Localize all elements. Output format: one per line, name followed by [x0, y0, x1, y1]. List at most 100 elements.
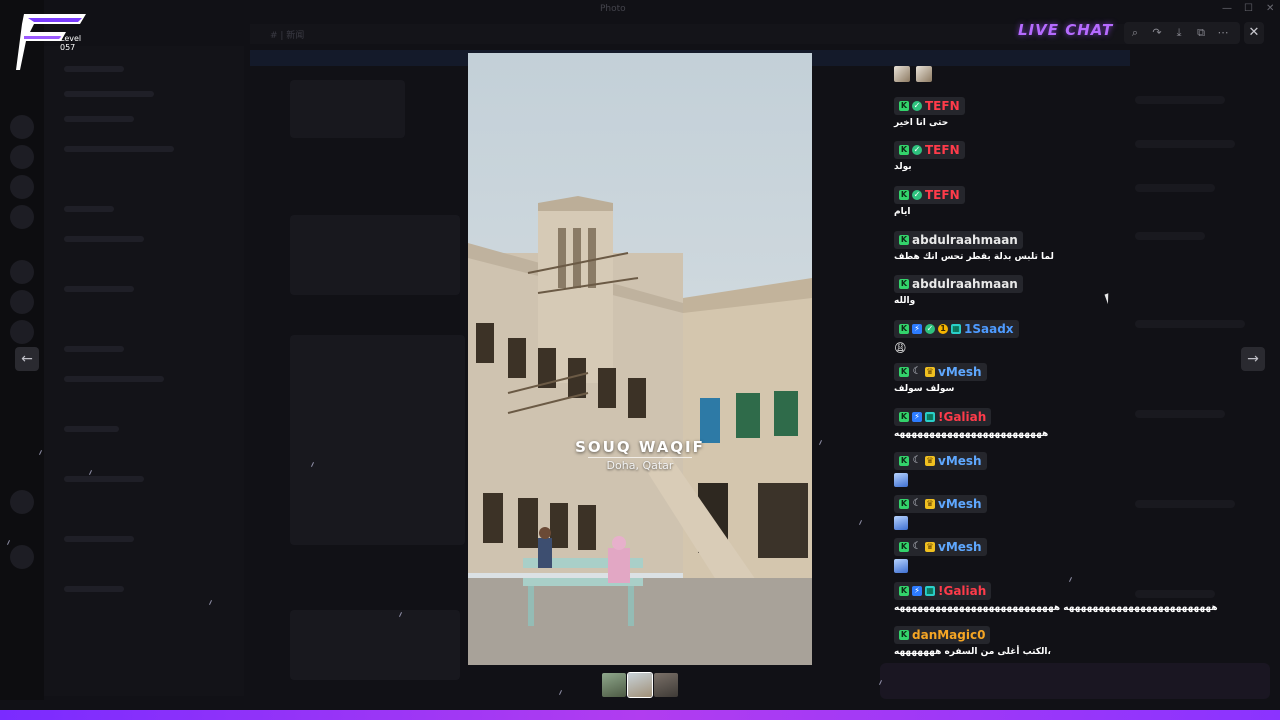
username-pill[interactable]: K ✓ TEFN [894, 186, 965, 204]
emote-icon [894, 559, 908, 573]
zoom-icon[interactable]: ⌕ [1128, 26, 1142, 40]
logo-level: Level 057 [60, 34, 82, 52]
username-pill[interactable]: K ⚡ ▦ !Galiah [894, 582, 992, 600]
kick-badge-icon: K [899, 499, 909, 509]
server-icon [10, 175, 34, 199]
server-icon [10, 490, 34, 514]
kick-badge-icon: K [899, 412, 909, 422]
server-icon [10, 205, 34, 229]
emote-row [894, 66, 938, 86]
window-close-button[interactable]: ✕ [1266, 3, 1274, 14]
more-icon[interactable]: ⋯ [1216, 26, 1230, 40]
username-pill[interactable]: K ☾ ♛ vMesh [894, 538, 987, 556]
verified-badge-icon: ✓ [925, 324, 935, 334]
message-text: هههههههههههههههههههههههههه ههههههههههههه… [894, 603, 1218, 613]
username-pill[interactable]: K ✓ TEFN [894, 141, 965, 159]
share-icon[interactable]: ↷ [1150, 26, 1164, 40]
message-text: هههههههههههههههههههههههههه [894, 429, 1049, 439]
username: abdulraahmaan [912, 233, 1018, 247]
maximize-button[interactable]: ☐ [1244, 3, 1253, 14]
kick-badge-icon: K [899, 235, 909, 245]
place-subtitle: Doha, Qatar [606, 459, 674, 472]
username: !Galiah [938, 410, 987, 424]
moon-badge-icon: ☾ [912, 366, 922, 377]
username-pill[interactable]: K ✓ TEFN [894, 97, 965, 115]
prev-image-button[interactable]: ← [15, 347, 39, 371]
username-pill[interactable]: K abdulraahmaan [894, 275, 1023, 293]
message-text: الكتب أغلى من السفره هههههههه، [894, 647, 1051, 657]
message-text: والله [894, 296, 916, 306]
username-pill[interactable]: K ☾ ♛ vMesh [894, 452, 987, 470]
username-pill[interactable]: K danMagic0 [894, 626, 991, 644]
emote-icon [894, 516, 908, 530]
grid-badge-icon: ▦ [925, 412, 935, 422]
close-viewer-button[interactable]: ✕ [1244, 22, 1264, 44]
server-icon [10, 545, 34, 569]
username: vMesh [938, 365, 982, 379]
download-icon[interactable]: ⤓ [1172, 26, 1186, 40]
thumbnail[interactable] [654, 673, 678, 697]
verified-badge-icon: ✓ [912, 101, 922, 111]
server-icon [10, 260, 34, 284]
server-icon [10, 115, 34, 139]
username-pill[interactable]: K ☾ ♛ vMesh [894, 495, 987, 513]
chat-message: K ☾ ♛ vMesh [894, 491, 987, 530]
chat-message: K ☾ ♛ vMesh سولف سولف [894, 359, 987, 394]
embed-card [290, 335, 465, 545]
open-external-icon[interactable]: ⧉ [1194, 26, 1208, 40]
channel-list [44, 46, 244, 696]
crown-badge-icon: ♛ [925, 367, 935, 377]
moon-badge-icon: ☾ [912, 541, 922, 552]
live-chat-title: LIVE CHAT [1018, 21, 1114, 39]
chat-message: K abdulraahmaan لما تلبس بدلة بقطر تحس ا… [894, 227, 1054, 262]
kick-badge-icon: K [899, 190, 909, 200]
embed-card [290, 215, 460, 295]
sub-badge-icon: ⚡ [912, 586, 922, 596]
title-divider [588, 457, 692, 458]
emote-icon [894, 66, 910, 82]
message-emoji: 😩 [894, 341, 907, 355]
channel-header: # | 新闻 [250, 24, 1130, 44]
chat-message: K ☾ ♛ vMesh [894, 534, 987, 573]
username-pill[interactable]: K abdulraahmaan [894, 231, 1023, 249]
gift-badge-icon: 1 [938, 324, 948, 334]
message-text: لما تلبس بدلة بقطر تحس انك هطف [894, 252, 1054, 262]
photo-image: SOUQ WAQIF Doha, Qatar [468, 53, 812, 665]
emote-icon [894, 473, 908, 487]
crown-badge-icon: ♛ [925, 542, 935, 552]
username: !Galiah [938, 584, 987, 598]
message-image [290, 80, 405, 138]
chat-message: K abdulraahmaan والله [894, 271, 1023, 306]
place-title: SOUQ WAQIF [575, 438, 705, 456]
minimize-button[interactable]: — [1222, 3, 1232, 14]
window-title: Photo [600, 4, 626, 14]
kick-badge-icon: K [899, 324, 909, 334]
message-text: حتى انا اخير [894, 118, 949, 128]
chat-message: K ✓ TEFN حتى انا اخير [894, 93, 965, 128]
kick-badge-icon: K [899, 279, 909, 289]
kick-badge-icon: K [899, 367, 909, 377]
live-chat-feed: K ✓ TEFN حتى انا اخير K ✓ TEFN بولد K ✓ … [890, 60, 1250, 660]
kick-badge-icon: K [899, 101, 909, 111]
username: vMesh [938, 540, 982, 554]
chat-message: K ☾ ♛ vMesh [894, 448, 987, 487]
username: TEFN [925, 143, 960, 157]
username-pill[interactable]: K ⚡ ✓ 1 ▦ 1Saadx [894, 320, 1019, 338]
streamer-logo: Level 057 [14, 10, 94, 74]
username: vMesh [938, 454, 982, 468]
chat-message: K ✓ TEFN بولد [894, 137, 965, 172]
message-text: ايام [894, 207, 911, 217]
username-pill[interactable]: K ⚡ ▦ !Galiah [894, 408, 992, 426]
server-icon [10, 320, 34, 344]
username: TEFN [925, 188, 960, 202]
thumbnail[interactable] [602, 673, 626, 697]
kick-badge-icon: K [899, 630, 909, 640]
message-input [880, 663, 1270, 699]
message-text: بولد [894, 162, 912, 172]
username-pill[interactable]: K ☾ ♛ vMesh [894, 363, 987, 381]
thumbnail-selected[interactable] [627, 672, 653, 698]
embed-card [290, 610, 460, 680]
sub-badge-icon: ⚡ [912, 412, 922, 422]
username: danMagic0 [912, 628, 986, 642]
channel-name: # | 新闻 [270, 31, 305, 41]
